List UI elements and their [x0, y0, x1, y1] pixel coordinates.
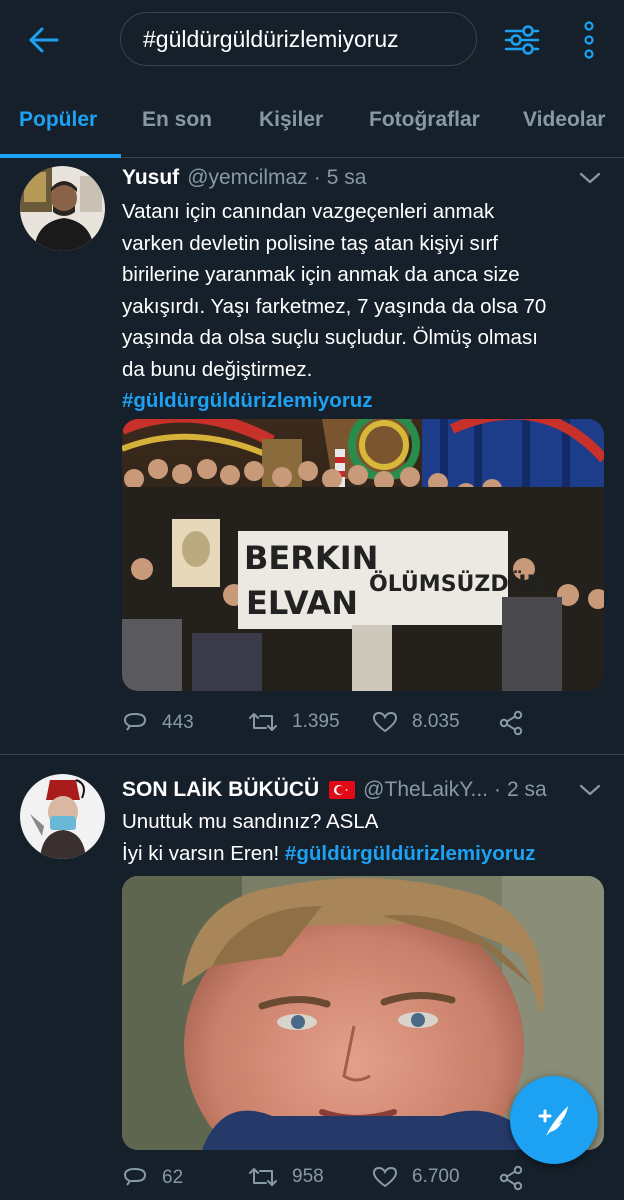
banner-text: ÖLÜMSÜZDÜR	[369, 571, 543, 597]
timestamp: 2 sa	[507, 778, 547, 801]
reply-icon	[124, 713, 146, 731]
avatar[interactable]	[20, 774, 105, 859]
display-name[interactable]: SON LAİK BÜKÜCÜ	[122, 778, 319, 802]
reply-button[interactable]: 62	[122, 1165, 183, 1191]
like-button[interactable]: 8.035	[372, 710, 460, 734]
banner-text: BERKIN	[244, 539, 378, 577]
heart-icon	[372, 1166, 398, 1188]
chevron-down-icon[interactable]	[578, 166, 602, 190]
tweet-image[interactable]: BERKIN ELVAN ÖLÜMSÜZDÜR	[122, 419, 604, 691]
tweet-text-line: yakışırdı. Yaşı farketmez, 7 yaşında da …	[122, 294, 547, 318]
tweet-header: Yusuf @yemcilmaz · 5 sa	[122, 166, 366, 190]
tweet-text-line: İyi ki varsın Eren! #güldürgüldürizlemiy…	[122, 838, 600, 870]
tab-latest[interactable]: En son	[142, 108, 212, 132]
tweet-text-line: birilerine yaranmak için anmak da anca s…	[122, 263, 520, 286]
tweet-text-fragment: İyi ki varsın Eren!	[122, 841, 285, 865]
reply-count: 62	[162, 1167, 184, 1188]
tweet-header: SON LAİK BÜKÜCÜ @TheLaikY... · 2 sa	[122, 778, 547, 802]
tweet-text-line: yaşında da olsa suçlu suçludur. Ölmüş ol…	[122, 326, 538, 349]
tweet-actions: 62 958 6.700	[122, 1165, 602, 1197]
retweet-icon	[249, 1168, 277, 1186]
vertical-dots-icon	[584, 21, 594, 59]
retweet-button[interactable]: 958	[248, 1165, 324, 1189]
tweet-text-line: varken devletin polisine taş atan kişiyi…	[122, 231, 499, 255]
retweet-count: 958	[292, 1166, 324, 1187]
timestamp: 5 sa	[326, 166, 367, 189]
tweet-text: Vatanı için canından vazgeçenleri anmak …	[122, 196, 600, 417]
tweet-text-line: da bunu değiştirmez.	[122, 357, 313, 381]
banner-text: ELVAN	[246, 584, 358, 622]
reply-icon	[124, 1168, 146, 1186]
separator-dot: ·	[494, 778, 502, 801]
tweet-text: Unuttuk mu sandınız? ASLA İyi ki varsın …	[122, 806, 600, 869]
arrow-left-icon	[29, 27, 59, 53]
reply-count: 443	[162, 712, 194, 733]
tab-photos[interactable]: Fotoğraflar	[369, 108, 480, 132]
search-input[interactable]: #güldürgüldürizlemiyoruz	[120, 12, 477, 66]
tab-people[interactable]: Kişiler	[259, 108, 323, 132]
tweet-text-line: Vatanı için canından vazgeçenleri anmak	[122, 200, 495, 223]
reply-button[interactable]: 443	[122, 710, 194, 736]
search-tabs: Popüler En son Kişiler Fotoğraflar Video…	[0, 86, 624, 158]
username[interactable]: @yemcilmaz	[187, 166, 308, 190]
turkey-flag-icon	[329, 781, 356, 799]
display-name[interactable]: Yusuf	[122, 166, 179, 190]
share-icon	[499, 1165, 523, 1191]
retweet-button[interactable]: 1.395	[248, 710, 340, 734]
search-query-text: #güldürgüldürizlemiyoruz	[143, 25, 399, 52]
sliders-icon	[504, 25, 540, 55]
hashtag-link[interactable]: #güldürgüldürizlemiyoruz	[285, 842, 536, 865]
like-button[interactable]: 6.700	[372, 1165, 460, 1189]
share-icon	[499, 710, 523, 736]
chevron-down-icon[interactable]	[578, 778, 602, 802]
like-count: 6.700	[412, 1166, 460, 1187]
retweet-count: 1.395	[292, 711, 340, 732]
more-options-button[interactable]	[572, 18, 606, 62]
username[interactable]: @TheLaikY...	[363, 778, 488, 802]
tweet[interactable]: Yusuf @yemcilmaz · 5 sa Vatanı için canı…	[0, 158, 624, 754]
tweet-divider	[0, 754, 624, 755]
share-button[interactable]	[498, 1165, 538, 1191]
tweet-actions: 443 1.395 8.035	[122, 710, 602, 742]
tab-videos[interactable]: Videolar	[523, 108, 605, 132]
hashtag-link[interactable]: #güldürgüldürizlemiyoruz	[122, 385, 600, 417]
retweet-icon	[249, 713, 277, 731]
separator-dot: ·	[313, 166, 321, 189]
like-count: 8.035	[412, 711, 460, 732]
share-button[interactable]	[498, 710, 538, 736]
compose-tweet-icon	[538, 1106, 568, 1136]
back-button[interactable]	[22, 22, 66, 58]
avatar[interactable]	[20, 166, 105, 251]
compose-tweet-button[interactable]	[510, 1076, 598, 1164]
tweet-text-line: Unuttuk mu sandınız? ASLA	[122, 810, 379, 833]
top-bar: #güldürgüldürizlemiyoruz	[0, 0, 624, 80]
tab-popular[interactable]: Popüler	[19, 108, 97, 132]
search-filter-button[interactable]	[500, 18, 544, 62]
heart-icon	[372, 711, 398, 733]
